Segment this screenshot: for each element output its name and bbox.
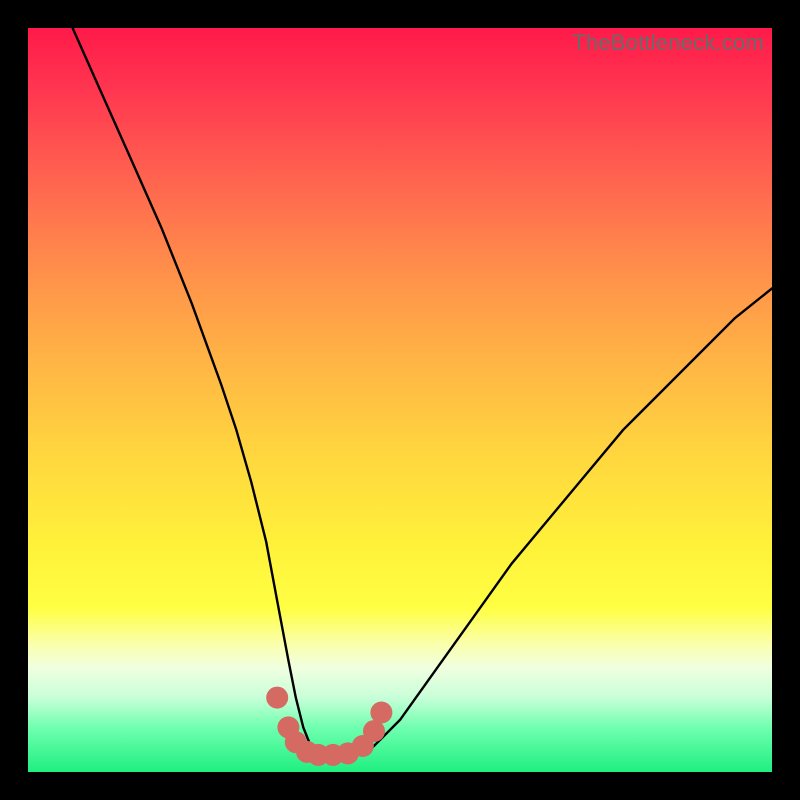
marker-dot xyxy=(266,687,288,709)
chart-frame: TheBottleneck.com xyxy=(0,0,800,800)
curve-layer xyxy=(28,28,772,772)
marker-ring xyxy=(266,687,392,766)
bottleneck-curve xyxy=(73,28,772,756)
marker-dot xyxy=(370,702,392,724)
plot-area: TheBottleneck.com xyxy=(28,28,772,772)
